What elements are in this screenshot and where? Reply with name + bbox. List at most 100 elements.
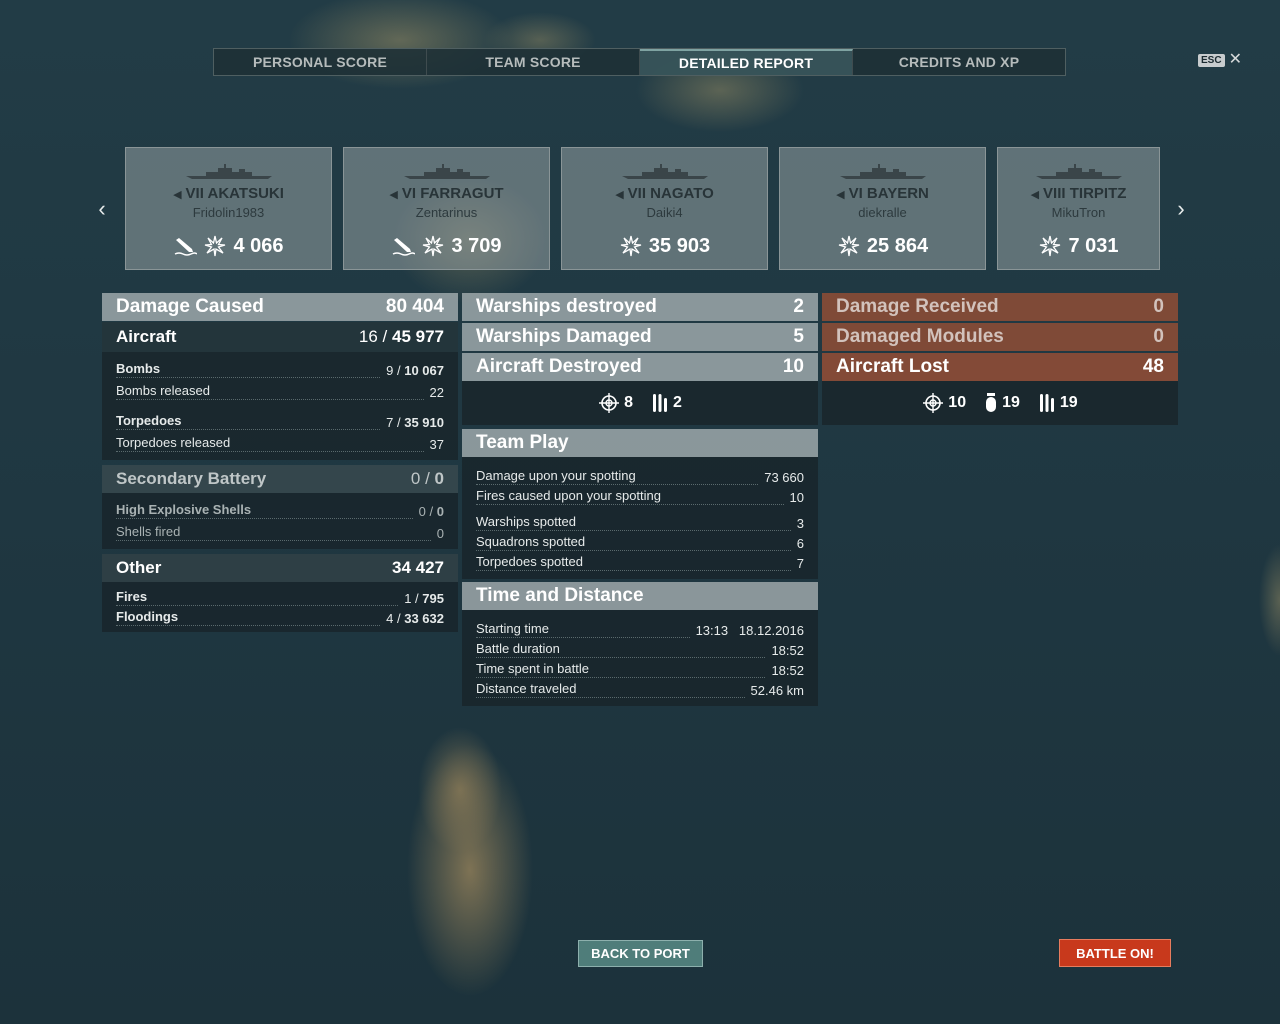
team-play-row: Warships spotted 3 xyxy=(476,514,804,531)
close-button[interactable]: ESC ✕ xyxy=(1198,51,1242,68)
ship-class-icon: ◀ xyxy=(615,189,624,201)
aircraft-destroyed-fighter-stat: 8 xyxy=(598,392,633,414)
torpedo-icon xyxy=(653,394,667,412)
damage-received-header: Damage Received 0 xyxy=(822,293,1178,321)
ship-class-icon: ◀ xyxy=(389,189,398,201)
secondary-battery-body: High Explosive Shells 0 / 0 Shells fired 0 xyxy=(102,493,458,549)
ship-class-icon: ◀ xyxy=(1030,189,1040,201)
time-distance-row: Battle duration 18:52 xyxy=(476,641,804,658)
warships-damaged-label: Warships Damaged xyxy=(476,326,652,347)
ship-card[interactable]: ◀ VII AKATSUKI Fridolin1983 4 066 xyxy=(125,147,332,270)
ship-name: ◀ VIII TIRPITZ xyxy=(1030,185,1127,202)
back-to-port-button[interactable]: BACK TO PORT xyxy=(578,940,703,967)
ship-damage: 3 709 xyxy=(344,234,549,258)
team-play-label: Team Play xyxy=(476,432,569,453)
team-play-body: Damage upon your spotting 73 660 Fires ca… xyxy=(462,457,818,579)
ship-class-icon: ◀ xyxy=(173,189,182,201)
ship-silhouette-icon xyxy=(621,164,708,179)
tab-detailed-report[interactable]: DETAILED REPORT xyxy=(640,49,853,75)
ship-card[interactable]: ◀ VII NAGATO Daiki4 35 903 xyxy=(561,147,768,270)
crosshair-icon xyxy=(923,393,944,413)
explosion-icon xyxy=(838,235,860,257)
tab-team-score[interactable]: TEAM SCORE xyxy=(427,49,640,75)
close-icon: ✕ xyxy=(1228,51,1242,68)
aircraft-destroyed-icons: 8 2 xyxy=(462,381,818,425)
damage-caused-value: 80 404 xyxy=(385,296,444,317)
other-label: Other xyxy=(116,558,162,577)
received-panel: Damage Received 0 Damaged Modules 0 Airc… xyxy=(822,293,1178,425)
warships-damaged-header: Warships Damaged 5 xyxy=(462,323,818,351)
team-play-row: Fires caused upon your spotting 10 xyxy=(476,488,804,505)
bombs-row: Bombs 9 / 10 067 xyxy=(116,361,444,378)
team-play-row: Squadrons spotted 6 xyxy=(476,534,804,551)
warships-damaged-value: 5 xyxy=(793,326,804,347)
crosshair-icon xyxy=(599,393,620,413)
aircraft-destroyed-header: Aircraft Destroyed 10 xyxy=(462,353,818,381)
aircraft-destroyed-torpedo-stat: 2 xyxy=(651,392,682,414)
aircraft-lost-fighter-stat: 10 xyxy=(922,392,966,414)
ship-card[interactable]: ◀ VI BAYERN diekralle 25 864 xyxy=(779,147,986,270)
damaged-modules-label: Damaged Modules xyxy=(836,326,1004,347)
aircraft-lost-icons: 10 19 19 xyxy=(822,381,1178,425)
warships-panel: Warships destroyed 2 Warships Damaged 5 … xyxy=(462,293,818,706)
aircraft-lost-label: Aircraft Lost xyxy=(836,356,949,377)
warships-destroyed-label: Warships destroyed xyxy=(476,296,657,317)
battle-on-button[interactable]: BATTLE ON! xyxy=(1059,939,1171,967)
sunk-ship-icon xyxy=(175,238,198,256)
time-distance-label: Time and Distance xyxy=(476,585,644,606)
sunk-ship-icon xyxy=(393,238,416,256)
team-play-row: Damage upon your spotting 73 660 xyxy=(476,468,804,485)
fires-row: Fires 1 / 795 xyxy=(116,589,444,606)
explosion-icon xyxy=(620,235,642,257)
ship-damage: 35 903 xyxy=(562,234,767,258)
aircraft-value: 16 / 45 977 xyxy=(358,327,444,346)
tab-credits-and-xp[interactable]: CREDITS AND XP xyxy=(853,49,1065,75)
ship-silhouette-icon xyxy=(403,164,490,179)
damaged-modules-header: Damaged Modules 0 xyxy=(822,323,1178,351)
ship-name: ◀ VI FARRAGUT xyxy=(389,185,504,202)
damage-received-label: Damage Received xyxy=(836,296,999,317)
aircraft-body: Bombs 9 / 10 067 Bombs released 22 Torpedo… xyxy=(102,352,458,460)
team-play-row: Torpedoes spotted 7 xyxy=(476,554,804,571)
time-distance-header: Time and Distance xyxy=(462,582,818,610)
secondary-battery-value: 0 / 0 xyxy=(410,469,444,488)
he-shells-row: High Explosive Shells 0 / 0 xyxy=(116,502,444,519)
aircraft-lost-torpedo-stat: 19 xyxy=(1038,392,1078,414)
damage-caused-header: Damage Caused 80 404 xyxy=(102,293,458,321)
chevron-right-icon[interactable]: › xyxy=(1172,196,1190,222)
aircraft-header: Aircraft 16 / 45 977 xyxy=(102,322,458,352)
player-name: Zentarinus xyxy=(415,205,478,220)
damaged-modules-value: 0 xyxy=(1153,326,1164,347)
time-distance-row: Time spent in battle 18:52 xyxy=(476,661,804,678)
ship-name: ◀ VII NAGATO xyxy=(615,185,714,202)
ship-card[interactable]: ◀ VI FARRAGUT Zentarinus 3 709 xyxy=(343,147,550,270)
damage-received-value: 0 xyxy=(1153,296,1164,317)
time-distance-row: Starting time 13:13 18.12.2016 xyxy=(476,621,804,638)
floodings-row: Floodings 4 / 33 632 xyxy=(116,609,444,626)
secondary-battery-label: Secondary Battery xyxy=(116,469,267,488)
torpedoes-row: Torpedoes 7 / 35 910 xyxy=(116,413,444,430)
other-header: Other 34 427 xyxy=(102,554,458,582)
aircraft-label: Aircraft xyxy=(116,327,177,346)
ship-name: ◀ VII AKATSUKI xyxy=(173,185,284,202)
ship-silhouette-icon xyxy=(839,164,926,179)
ship-damage: 7 031 xyxy=(998,234,1159,258)
ship-silhouette-icon xyxy=(185,164,272,179)
time-distance-body: Starting time 13:13 18.12.2016 Battle dur… xyxy=(462,610,818,706)
chevron-left-icon[interactable]: ‹ xyxy=(93,196,111,222)
aircraft-lost-bomber-stat: 19 xyxy=(984,392,1020,414)
ship-card[interactable]: ◀ VIII TIRPITZ MikuTron 7 031 xyxy=(997,147,1160,270)
other-value: 34 427 xyxy=(392,558,444,577)
tab-bar: PERSONAL SCORE TEAM SCORE DETAILED REPOR… xyxy=(213,48,1066,76)
aircraft-lost-value: 48 xyxy=(1142,356,1164,377)
ship-silhouette-icon xyxy=(1035,164,1122,179)
aircraft-lost-header: Aircraft Lost 48 xyxy=(822,353,1178,381)
bomb-icon xyxy=(986,393,997,412)
bombs-released-row: Bombs released 22 xyxy=(116,383,444,400)
tab-personal-score[interactable]: PERSONAL SCORE xyxy=(214,49,427,75)
warships-destroyed-value: 2 xyxy=(793,296,804,317)
torpedo-icon xyxy=(1039,394,1054,412)
player-name: diekralle xyxy=(858,205,907,220)
ship-damage: 25 864 xyxy=(780,234,985,258)
ship-damage: 4 066 xyxy=(126,234,331,258)
